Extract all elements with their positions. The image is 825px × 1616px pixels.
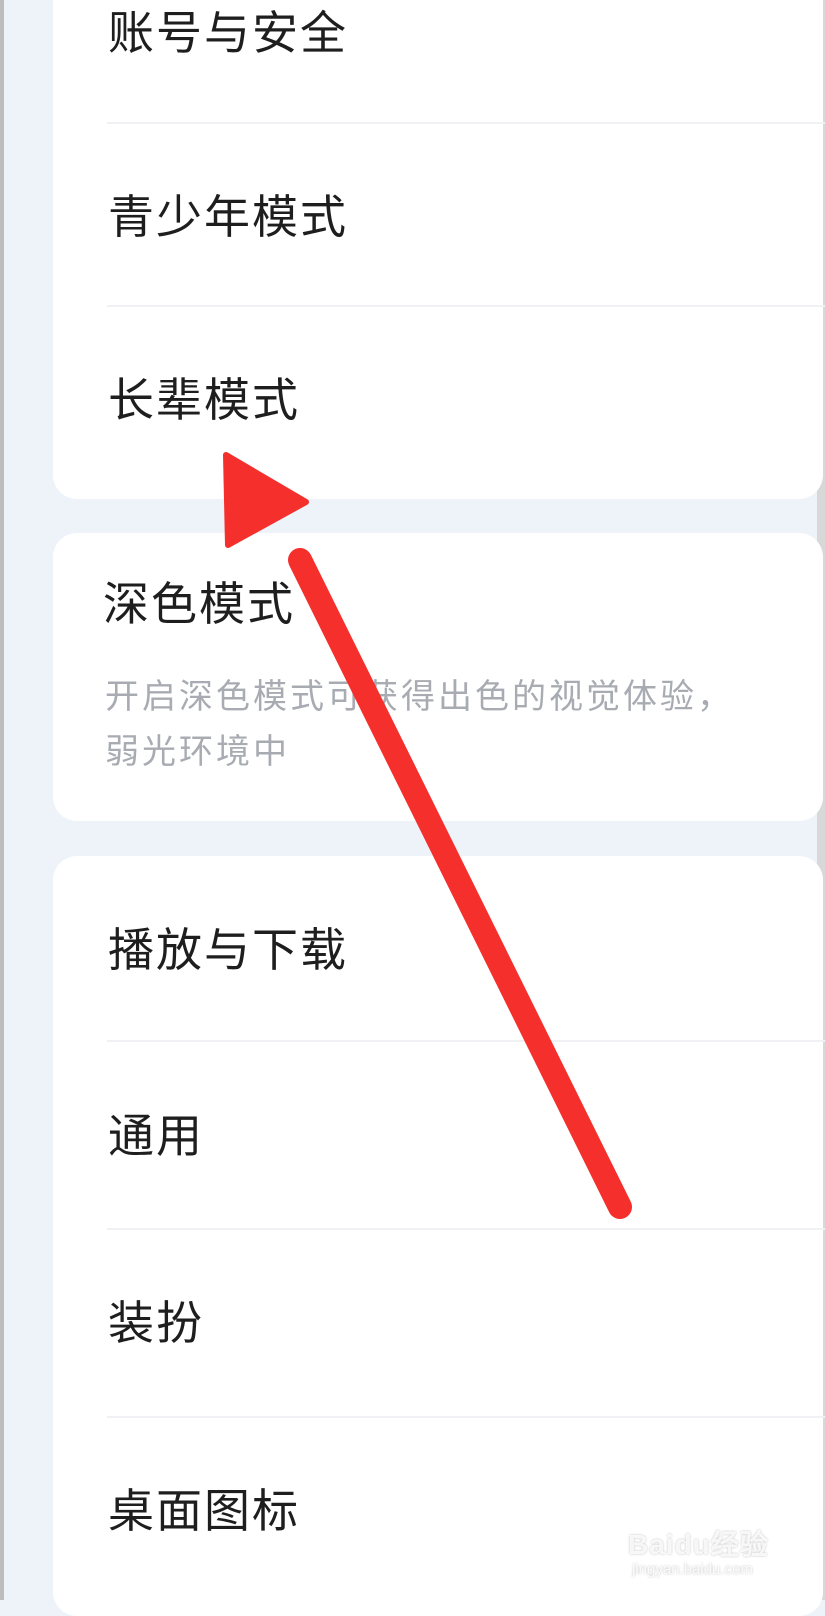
red-arrow-annotation: [223, 452, 632, 1219]
baidu-jingyan-watermark: Baidu经验 jingyan.baidu.com: [628, 1523, 788, 1593]
arrow-shaft: [288, 548, 632, 1219]
watermark-url: jingyan.baidu.com: [632, 1561, 753, 1578]
watermark-brand: Baidu经验: [628, 1529, 769, 1560]
